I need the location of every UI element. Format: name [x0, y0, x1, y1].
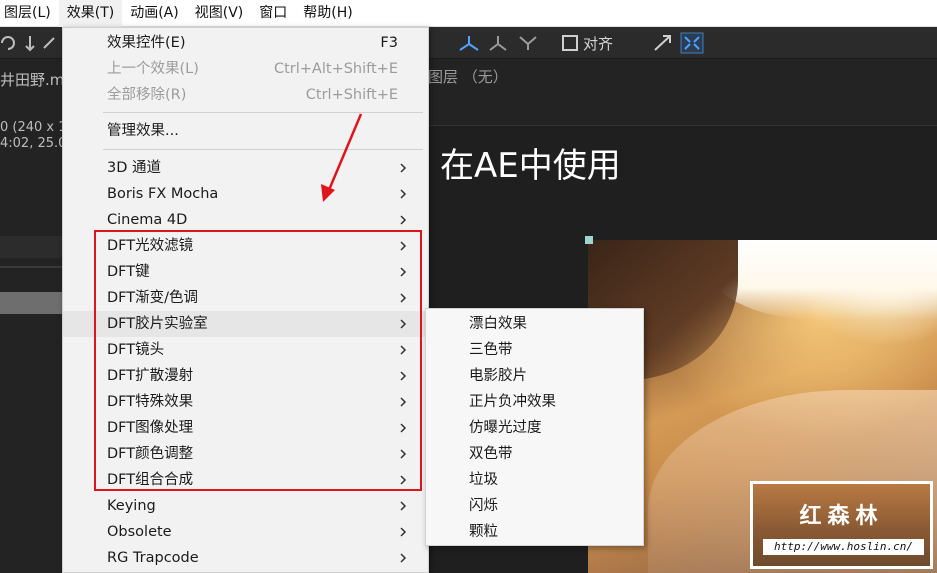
submenu-item-overexposure[interactable]: 仿曝光过度 [426, 415, 643, 441]
file-name: 井田野.mo [0, 71, 62, 89]
submenu-item-label: 颗粒 [469, 524, 498, 540]
submenu-item-label: 正片负冲效果 [469, 394, 556, 410]
annotation-arrow-icon [321, 113, 363, 202]
menu-item-shortcut: Ctrl+Alt+Shift+E [273, 61, 398, 77]
submenu-item-label: 电影胶片 [469, 368, 527, 384]
submenu-item-three-strip[interactable]: 三色带 [426, 337, 643, 363]
submenu-item-grain[interactable]: 颗粒 [426, 519, 643, 545]
project-panel: 井田野.mo 0 (240 x 1 4:02, 25.00 [0, 60, 62, 573]
submenu-item-two-strip[interactable]: 双色带 [426, 441, 643, 467]
menu-item-label: Keying [107, 498, 156, 514]
annotation-highlight-box [94, 230, 422, 491]
menubar: 图层(L) 效果(T) 动画(A) 视图(V) 窗口 帮助(H) [0, 0, 937, 27]
world-axis-icon[interactable] [486, 34, 510, 52]
chevron-right-icon [400, 189, 407, 199]
submenu-item-label: 双色带 [469, 446, 513, 462]
menu-window[interactable]: 窗口 [251, 0, 295, 27]
submenu-item-label: 漂白效果 [469, 316, 527, 332]
menu-item-manage-effects[interactable]: 管理效果... [63, 118, 428, 144]
pen-tool-icon[interactable] [40, 34, 60, 52]
menu-item-shortcut: Ctrl+Shift+E [305, 87, 398, 103]
submenu-item-bleach-bypass[interactable]: 漂白效果 [426, 311, 643, 337]
menu-item-label: Obsolete [107, 524, 172, 540]
snapping-checkbox-icon[interactable] [561, 34, 581, 52]
menu-item-label: 全部移除(R) [107, 87, 187, 103]
view-axis-icon[interactable] [516, 34, 540, 52]
submenu-item-label: 闪烁 [469, 498, 498, 514]
menu-item-label: 效果控件(E) [107, 35, 186, 51]
align-label: 对齐 [583, 35, 614, 53]
film-lab-submenu: 漂白效果 三色带 电影胶片 正片负冲效果 仿曝光过度 双色带 垃圾 闪烁 颗粒 [425, 308, 644, 546]
menu-item-keying[interactable]: Keying [63, 493, 428, 519]
menu-item-obsolete[interactable]: Obsolete [63, 519, 428, 545]
menu-separator [103, 149, 423, 150]
menu-item-label: 上一个效果(L) [107, 61, 199, 77]
file-timecode: 4:02, 25.00 [0, 136, 62, 151]
submenu-item-label: 垃圾 [469, 472, 498, 488]
chevron-right-icon [400, 553, 407, 563]
menu-item-boris-fx-mocha[interactable]: Boris FX Mocha [63, 181, 428, 207]
chevron-right-icon [400, 527, 407, 537]
watermark: 红森林 http://www.hoslin.cn/ [750, 481, 933, 569]
panel-tab-strip [0, 236, 62, 258]
menu-effect[interactable]: 效果(T) [58, 0, 123, 27]
submenu-item-label: 三色带 [469, 342, 513, 358]
menu-item-last-effect: 上一个效果(L) Ctrl+Alt+Shift+E [63, 56, 428, 82]
menu-animation[interactable]: 动画(A) [122, 0, 187, 27]
submenu-item-film-stock[interactable]: 电影胶片 [426, 363, 643, 389]
selected-row[interactable] [0, 292, 62, 314]
pan-behind-tool-icon[interactable] [20, 34, 40, 52]
chevron-right-icon [400, 501, 407, 511]
menu-item-rg-trapcode[interactable]: RG Trapcode [63, 545, 428, 571]
watermark-url: http://www.hoslin.cn/ [763, 539, 924, 555]
menu-item-label: Boris FX Mocha [107, 186, 219, 202]
file-dimensions: 0 (240 x 1 [0, 120, 62, 135]
menu-help[interactable]: 帮助(H) [295, 0, 360, 27]
watermark-title: 红森林 [799, 504, 884, 529]
menu-separator [103, 112, 423, 113]
local-axis-icon[interactable] [456, 34, 482, 52]
layer-anchor-handle[interactable] [585, 236, 593, 244]
menu-item-label: 管理效果... [107, 123, 179, 139]
menu-item-label: RG Trapcode [107, 550, 199, 566]
panel-divider [0, 266, 62, 268]
layer-panel-label: 图层 （无） [428, 68, 508, 86]
composition-title-text: 在AE中使用 [440, 146, 621, 186]
chevron-right-icon [400, 163, 407, 173]
menu-item-effect-controls[interactable]: 效果控件(E) F3 [63, 30, 428, 56]
menu-item-label: 3D 通道 [107, 160, 161, 176]
submenu-item-cross-process[interactable]: 正片负冲效果 [426, 389, 643, 415]
composition-header: 图层 （无） [428, 60, 937, 126]
expand-icon[interactable] [652, 34, 674, 52]
rotate-tool-icon[interactable] [0, 34, 20, 52]
menu-item-3d-channel[interactable]: 3D 通道 [63, 155, 428, 181]
submenu-item-label: 仿曝光过度 [469, 420, 542, 436]
menu-item-remove-all: 全部移除(R) Ctrl+Shift+E [63, 82, 428, 108]
menu-item-shortcut: F3 [380, 35, 398, 51]
submenu-item-flicker[interactable]: 闪烁 [426, 493, 643, 519]
submenu-item-grunge[interactable]: 垃圾 [426, 467, 643, 493]
menu-view[interactable]: 视图(V) [187, 0, 252, 27]
menu-layer[interactable]: 图层(L) [0, 0, 59, 27]
roto-brush-icon[interactable] [680, 32, 704, 54]
